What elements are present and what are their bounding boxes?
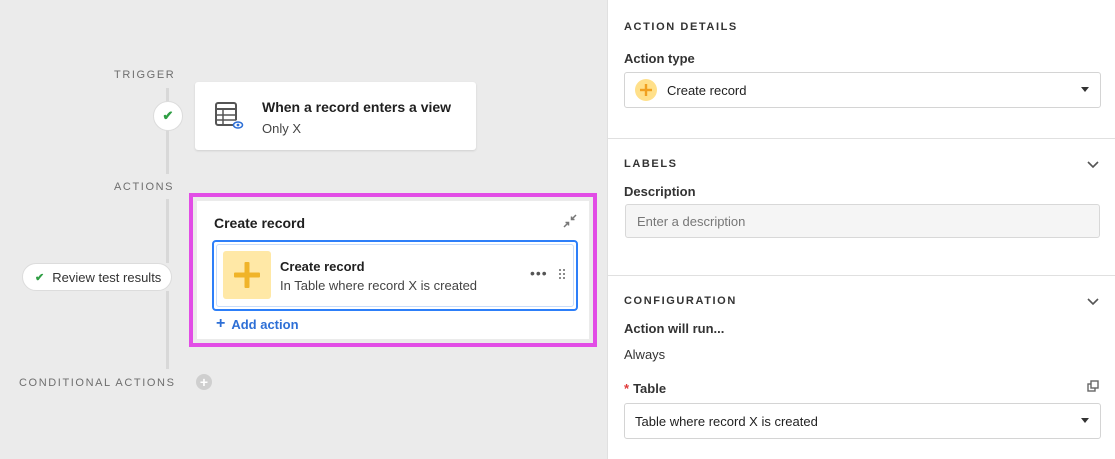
automation-canvas: TRIGGER ACTIONS CONDITIONAL ACTIONS ✔ Wh… xyxy=(0,0,607,459)
description-label: Description xyxy=(624,184,696,199)
plus-icon: + xyxy=(199,374,209,390)
action-type-select[interactable]: Create record xyxy=(624,72,1101,108)
open-table-icon[interactable] xyxy=(1086,379,1100,393)
required-marker: * xyxy=(624,381,630,396)
action-type-label: Action type xyxy=(624,51,695,66)
run-condition-value: Always xyxy=(624,347,666,362)
add-conditional-action-button[interactable]: + xyxy=(196,374,212,390)
caret-down-icon xyxy=(1081,418,1089,423)
drag-handle-icon[interactable] xyxy=(558,268,566,280)
create-record-action[interactable]: Create record In Table where record X is… xyxy=(212,240,578,311)
divider xyxy=(608,275,1115,276)
flow-connector xyxy=(166,130,169,174)
flow-connector xyxy=(166,291,169,369)
chevron-down-icon[interactable] xyxy=(1086,157,1100,171)
add-action-button[interactable]: + Add action xyxy=(216,315,299,333)
description-input[interactable] xyxy=(625,204,1100,238)
plus-icon: + xyxy=(216,315,226,332)
trigger-subtitle: Only X xyxy=(262,121,302,136)
action-details-heading: ACTION DETAILS xyxy=(624,21,738,33)
review-test-results-button[interactable]: ✔ Review test results xyxy=(22,263,173,291)
collapse-arrows-icon[interactable] xyxy=(562,213,578,229)
trigger-section-label: TRIGGER xyxy=(114,69,176,81)
actions-section-label: ACTIONS xyxy=(114,181,175,193)
conditional-actions-section-label: CONDITIONAL ACTIONS xyxy=(19,377,176,389)
run-condition-label: Action will run... xyxy=(624,321,725,336)
add-action-label: Add action xyxy=(231,316,299,332)
more-dots-icon[interactable]: ••• xyxy=(530,265,548,281)
flow-connector xyxy=(166,199,169,263)
table-view-icon xyxy=(215,102,244,130)
configuration-heading: CONFIGURATION xyxy=(624,295,737,307)
create-record-tile xyxy=(223,251,271,299)
action-type-value: Create record xyxy=(667,82,747,98)
labels-heading: LABELS xyxy=(624,158,678,170)
divider xyxy=(608,138,1115,139)
caret-down-icon xyxy=(1081,87,1089,92)
action-subtitle: In Table where record X is created xyxy=(280,278,478,293)
action-title: Create record xyxy=(280,259,365,274)
action-group-title: Create record xyxy=(214,215,306,231)
action-group-card[interactable]: Create record Create record In Table whe… xyxy=(197,201,589,339)
plus-icon xyxy=(635,79,657,101)
table-select[interactable]: Table where record X is created xyxy=(624,403,1101,439)
trigger-title: When a record enters a view xyxy=(262,99,452,115)
trigger-status: ✔ xyxy=(153,101,183,131)
table-label-text: Table xyxy=(633,381,667,396)
chevron-down-icon[interactable] xyxy=(1086,294,1100,308)
table-value: Table where record X is created xyxy=(635,413,818,429)
trigger-card[interactable]: When a record enters a view Only X xyxy=(195,82,476,150)
review-test-results-label: Review test results xyxy=(52,269,162,285)
action-config-panel: ACTION DETAILS Action type Create record… xyxy=(607,0,1115,459)
check-icon: ✔ xyxy=(162,108,174,123)
check-icon: ✔ xyxy=(35,271,45,284)
plus-icon xyxy=(234,262,260,288)
table-label: * Table xyxy=(624,381,666,396)
